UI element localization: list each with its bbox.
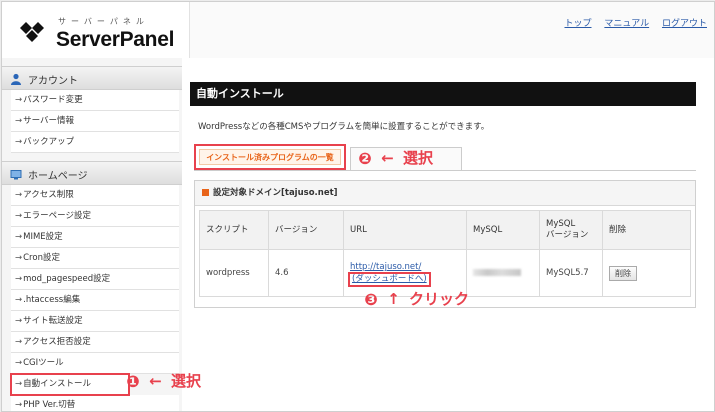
sidebar-item-error-page[interactable]: →エラーページ設定	[11, 206, 179, 227]
arrow-right-icon: →	[15, 316, 23, 326]
left-arrow: ←	[381, 149, 394, 167]
arrow-right-icon: →	[15, 253, 23, 263]
left-arrow: ←	[149, 372, 162, 390]
square-bullet-icon	[202, 189, 209, 196]
header-bar: トップ マニュアル ログアウト	[189, 2, 714, 58]
sidebar-item-access-deny[interactable]: →アクセス拒否設定	[11, 332, 179, 353]
logo-kana: サーバーパネル	[58, 17, 149, 26]
col-header-version: バージョン	[268, 210, 344, 250]
top-link[interactable]: トップ	[564, 19, 591, 29]
sidebar: アカウント →パスワード変更 →サーバー情報 →バックアップ ホームページ →ア…	[2, 58, 182, 411]
header: サーバーパネル ServerPanel トップ マニュアル ログアウト	[2, 2, 714, 58]
annotation-text: 選択	[171, 372, 202, 390]
sidebar-item-backup[interactable]: →バックアップ	[11, 132, 179, 153]
manual-link[interactable]: マニュアル	[604, 19, 649, 29]
cell-mysql-version: MySQL5.7	[539, 249, 603, 297]
sidebar-item-auto-install[interactable]: →自動インストール	[10, 373, 130, 396]
arrow-right-icon: →	[15, 358, 23, 368]
arrow-right-icon: →	[15, 95, 23, 105]
header-links: トップ マニュアル ログアウト	[554, 16, 707, 29]
sidebar-category-label: ホームページ	[28, 171, 88, 182]
annotation-num: ❸	[364, 289, 378, 309]
sidebar-item-access-limit[interactable]: →アクセス制限	[11, 185, 179, 206]
logout-link[interactable]: ログアウト	[662, 19, 707, 29]
sidebar-category-homepage[interactable]: ホームページ	[2, 161, 182, 185]
domain-label: 設定対象ドメイン[tajuso.net]	[213, 188, 338, 198]
install-table: スクリプト バージョン URL MySQL MySQL バージョン 削除 wor…	[199, 210, 691, 297]
domain-header: 設定対象ドメイン[tajuso.net]	[195, 181, 695, 206]
page-description: WordPressなどの各種CMSやプログラムを簡単に設置することができます。	[198, 122, 490, 132]
logo-name: ServerPanel	[56, 28, 175, 51]
site-url-link[interactable]: http://tajuso.net/	[350, 261, 460, 273]
logo[interactable]: サーバーパネル ServerPanel	[18, 12, 188, 56]
main-content: 自動インストール WordPressなどの各種CMSやプログラムを簡単に設置する…	[190, 58, 712, 411]
sidebar-item-server-info[interactable]: →サーバー情報	[11, 111, 179, 132]
cell-script: wordpress	[199, 249, 269, 297]
tab-installed-programs[interactable]: インストール済みプログラムの一覧	[194, 144, 346, 170]
sidebar-item-mime[interactable]: →MIME設定	[11, 227, 179, 248]
arrow-right-icon: →	[15, 211, 23, 221]
cell-version: 4.6	[268, 249, 344, 297]
arrow-right-icon: →	[15, 400, 23, 410]
arrow-right-icon: →	[15, 274, 23, 284]
arrow-right-icon: →	[15, 232, 23, 242]
col-header-mysql: MySQL	[466, 210, 540, 250]
annotation-2: ❷ ← 選択	[358, 147, 433, 168]
annotation-num: ❶	[126, 371, 140, 391]
arrow-right-icon: →	[15, 379, 23, 389]
col-header-delete: 削除	[602, 210, 691, 250]
annotation-text: クリック	[409, 290, 470, 308]
homepage-icon	[10, 170, 22, 180]
annotation-text: 選択	[403, 149, 434, 167]
table-header-row: スクリプト バージョン URL MySQL MySQL バージョン 削除	[199, 210, 691, 250]
arrow-right-icon: →	[15, 190, 23, 200]
sidebar-item-password[interactable]: →パスワード変更	[11, 90, 179, 111]
app-window: サーバーパネル ServerPanel トップ マニュアル ログアウト アカウン…	[1, 1, 715, 412]
mysql-name-redacted	[473, 269, 521, 276]
sidebar-item-htaccess[interactable]: →.htaccess編集	[11, 290, 179, 311]
diamond-logo-icon	[20, 22, 44, 42]
col-header-mysql-version: MySQL バージョン	[539, 210, 603, 250]
sidebar-item-php-version[interactable]: →PHP Ver.切替	[11, 395, 179, 411]
cell-mysql	[466, 249, 540, 297]
sidebar-category-account[interactable]: アカウント	[2, 66, 182, 90]
account-person-icon	[11, 73, 21, 85]
annotation-3: ❸ ↑ クリック	[364, 288, 469, 309]
annotation-num: ❷	[358, 148, 372, 168]
page-title: 自動インストール	[190, 82, 696, 106]
tab-divider	[194, 170, 696, 171]
sidebar-item-pagespeed[interactable]: →mod_pagespeed設定	[11, 269, 179, 290]
sidebar-item-cron[interactable]: →Cron設定	[11, 248, 179, 269]
sidebar-item-site-redirect[interactable]: →サイト転送設定	[11, 311, 179, 332]
arrow-right-icon: →	[15, 137, 23, 147]
cell-delete: 削除	[602, 249, 691, 297]
annotation-1: ❶ ← 選択	[126, 370, 201, 391]
arrow-right-icon: →	[15, 295, 23, 305]
dashboard-link[interactable]: (ダッシュボードへ)	[348, 272, 431, 287]
arrow-right-icon: →	[15, 116, 23, 126]
delete-button[interactable]: 削除	[609, 265, 637, 281]
up-arrow: ↑	[387, 290, 400, 308]
sidebar-category-label: アカウント	[28, 76, 78, 87]
col-header-script: スクリプト	[199, 210, 269, 250]
tab-label: インストール済みプログラムの一覧	[199, 149, 341, 165]
col-header-url: URL	[343, 210, 467, 250]
arrow-right-icon: →	[15, 337, 23, 347]
